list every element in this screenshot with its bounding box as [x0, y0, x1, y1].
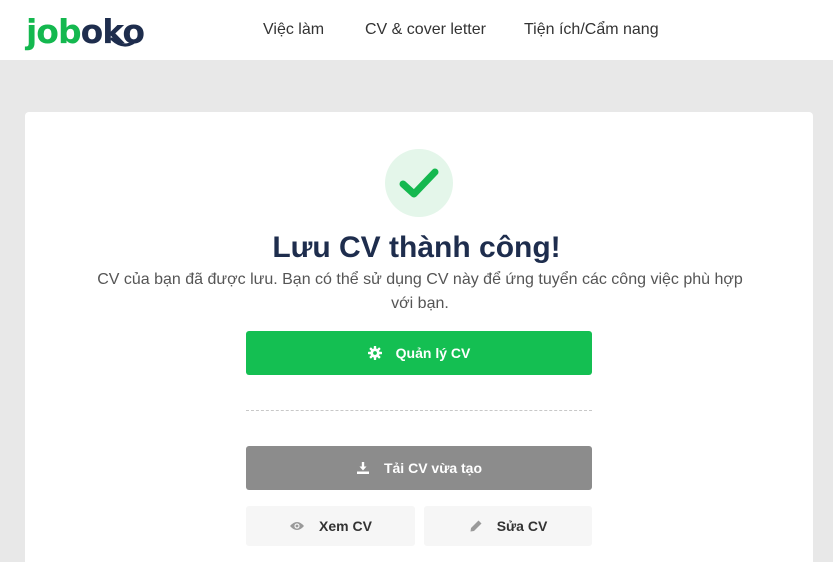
success-title: Lưu CV thành công!: [272, 231, 561, 264]
download-cv-label: Tải CV vừa tạo: [383, 460, 483, 476]
main-nav: Việc làm CV & cover letter Tiện ích/Cẩm …: [0, 19, 833, 41]
pencil-icon: [469, 519, 483, 533]
edit-cv-label: Sửa CV: [496, 518, 548, 534]
edit-cv-button[interactable]: Sửa CV: [424, 506, 592, 546]
nav-item-viec-lam[interactable]: Việc làm: [263, 19, 324, 41]
download-icon: [356, 461, 370, 475]
success-description: CV của bạn đã được lưu. Bạn có thể sử dụ…: [97, 271, 743, 312]
gear-icon: [367, 346, 382, 360]
top-navbar: joboko Việc làm CV & cover letter Tiện í…: [0, 0, 833, 60]
check-icon: [399, 168, 439, 198]
eye-icon: [289, 520, 305, 532]
nav-item-cv-cover-letter[interactable]: CV & cover letter: [365, 19, 486, 41]
view-cv-label: Xem CV: [319, 518, 372, 534]
view-cv-button[interactable]: Xem CV: [246, 506, 415, 546]
manage-cv-button[interactable]: Quản lý CV: [246, 331, 592, 375]
download-cv-button[interactable]: Tải CV vừa tạo: [246, 446, 592, 490]
manage-cv-label: Quản lý CV: [395, 345, 471, 361]
success-check-badge: [385, 149, 453, 217]
nav-item-tien-ich-cam-nang[interactable]: Tiện ích/Cẩm nang: [524, 19, 659, 41]
dashed-divider: [246, 410, 592, 411]
